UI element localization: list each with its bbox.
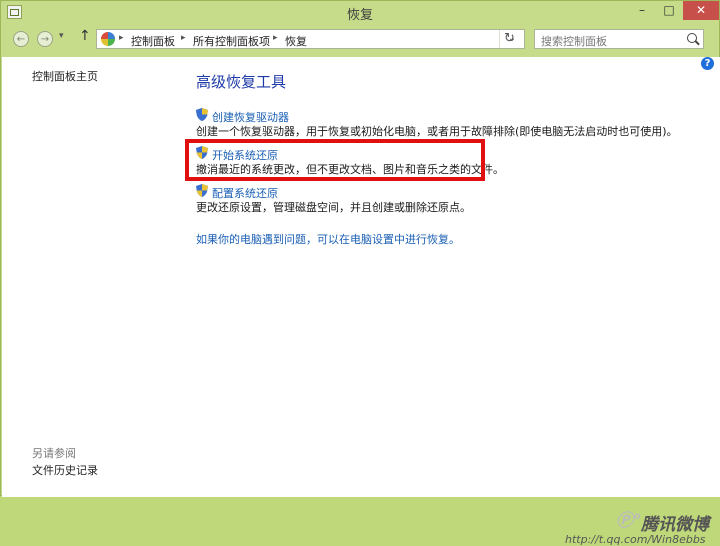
breadcrumb-separator-icon[interactable]: ▸ (273, 33, 278, 43)
control-panel-home-link[interactable]: 控制面板主页 (32, 68, 98, 84)
file-history-link[interactable]: 文件历史记录 (32, 462, 98, 478)
up-arrow-icon[interactable]: ↑ (79, 28, 91, 44)
recent-locations-chevron-icon[interactable]: ▾ (59, 31, 64, 41)
shield-icon (196, 184, 208, 197)
breadcrumb-separator-icon[interactable]: ▸ (119, 33, 124, 43)
close-button[interactable]: ✕ (683, 1, 719, 20)
breadcrumb-all-items[interactable]: 所有控制面板项 (193, 33, 270, 49)
search-icon[interactable] (687, 33, 697, 43)
title-bar: 恢复 – □ ✕ (1, 1, 719, 23)
watermark-brand: 腾讯微博 (641, 515, 709, 535)
address-bar[interactable]: ▸ 控制面板 ▸ 所有控制面板项 ▸ 恢复 ⌄ (96, 29, 525, 49)
search-placeholder[interactable]: 搜索控制面板 (541, 33, 607, 49)
minimize-button[interactable]: – (629, 1, 655, 20)
window: 恢复 – □ ✕ ← → ▾ ↑ ▸ 控制面板 ▸ 所有控制面板项 ▸ 恢复 ⌄… (0, 0, 720, 546)
control-panel-icon (101, 32, 115, 46)
create-recovery-drive-description: 创建一个恢复驱动器，用于恢复或初始化电脑，或者用于故障排除(即使电脑无法启动时也… (196, 125, 678, 138)
shield-icon (196, 108, 208, 121)
see-also-heading: 另请参阅 (32, 447, 76, 460)
watermark-logo-icon: Ⓟ° (616, 511, 642, 531)
breadcrumb-separator-icon[interactable]: ▸ (181, 33, 186, 43)
forward-arrow-icon[interactable]: → (37, 31, 53, 47)
window-title: 恢复 (346, 8, 373, 23)
maximize-button[interactable]: □ (656, 1, 682, 20)
refresh-icon[interactable]: ↻ (504, 31, 515, 46)
content-area: ? 控制面板主页 另请参阅 文件历史记录 高级恢复工具 创建恢复驱动器 创建一个… (2, 57, 720, 546)
help-icon[interactable]: ? (701, 57, 714, 70)
watermark-url: http://t.qq.com/Win8ebbs (565, 533, 706, 546)
recover-from-pc-settings-link[interactable]: 如果你的电脑遇到问题，可以在电脑设置中进行恢复。 (196, 231, 460, 247)
search-box[interactable]: 搜索控制面板 (534, 29, 704, 49)
breadcrumb-control-panel[interactable]: 控制面板 (131, 33, 175, 49)
navigation-bar: ← → ▾ ↑ ▸ 控制面板 ▸ 所有控制面板项 ▸ 恢复 ⌄ ↻ 搜索控制面板 (1, 23, 719, 55)
breadcrumb-recovery[interactable]: 恢复 (285, 33, 307, 49)
back-arrow-icon[interactable]: ← (13, 31, 29, 47)
configure-system-restore-description: 更改还原设置，管理磁盘空间，并且创建或删除还原点。 (196, 201, 471, 214)
highlight-box (185, 139, 485, 181)
page-title: 高级恢复工具 (196, 73, 287, 91)
